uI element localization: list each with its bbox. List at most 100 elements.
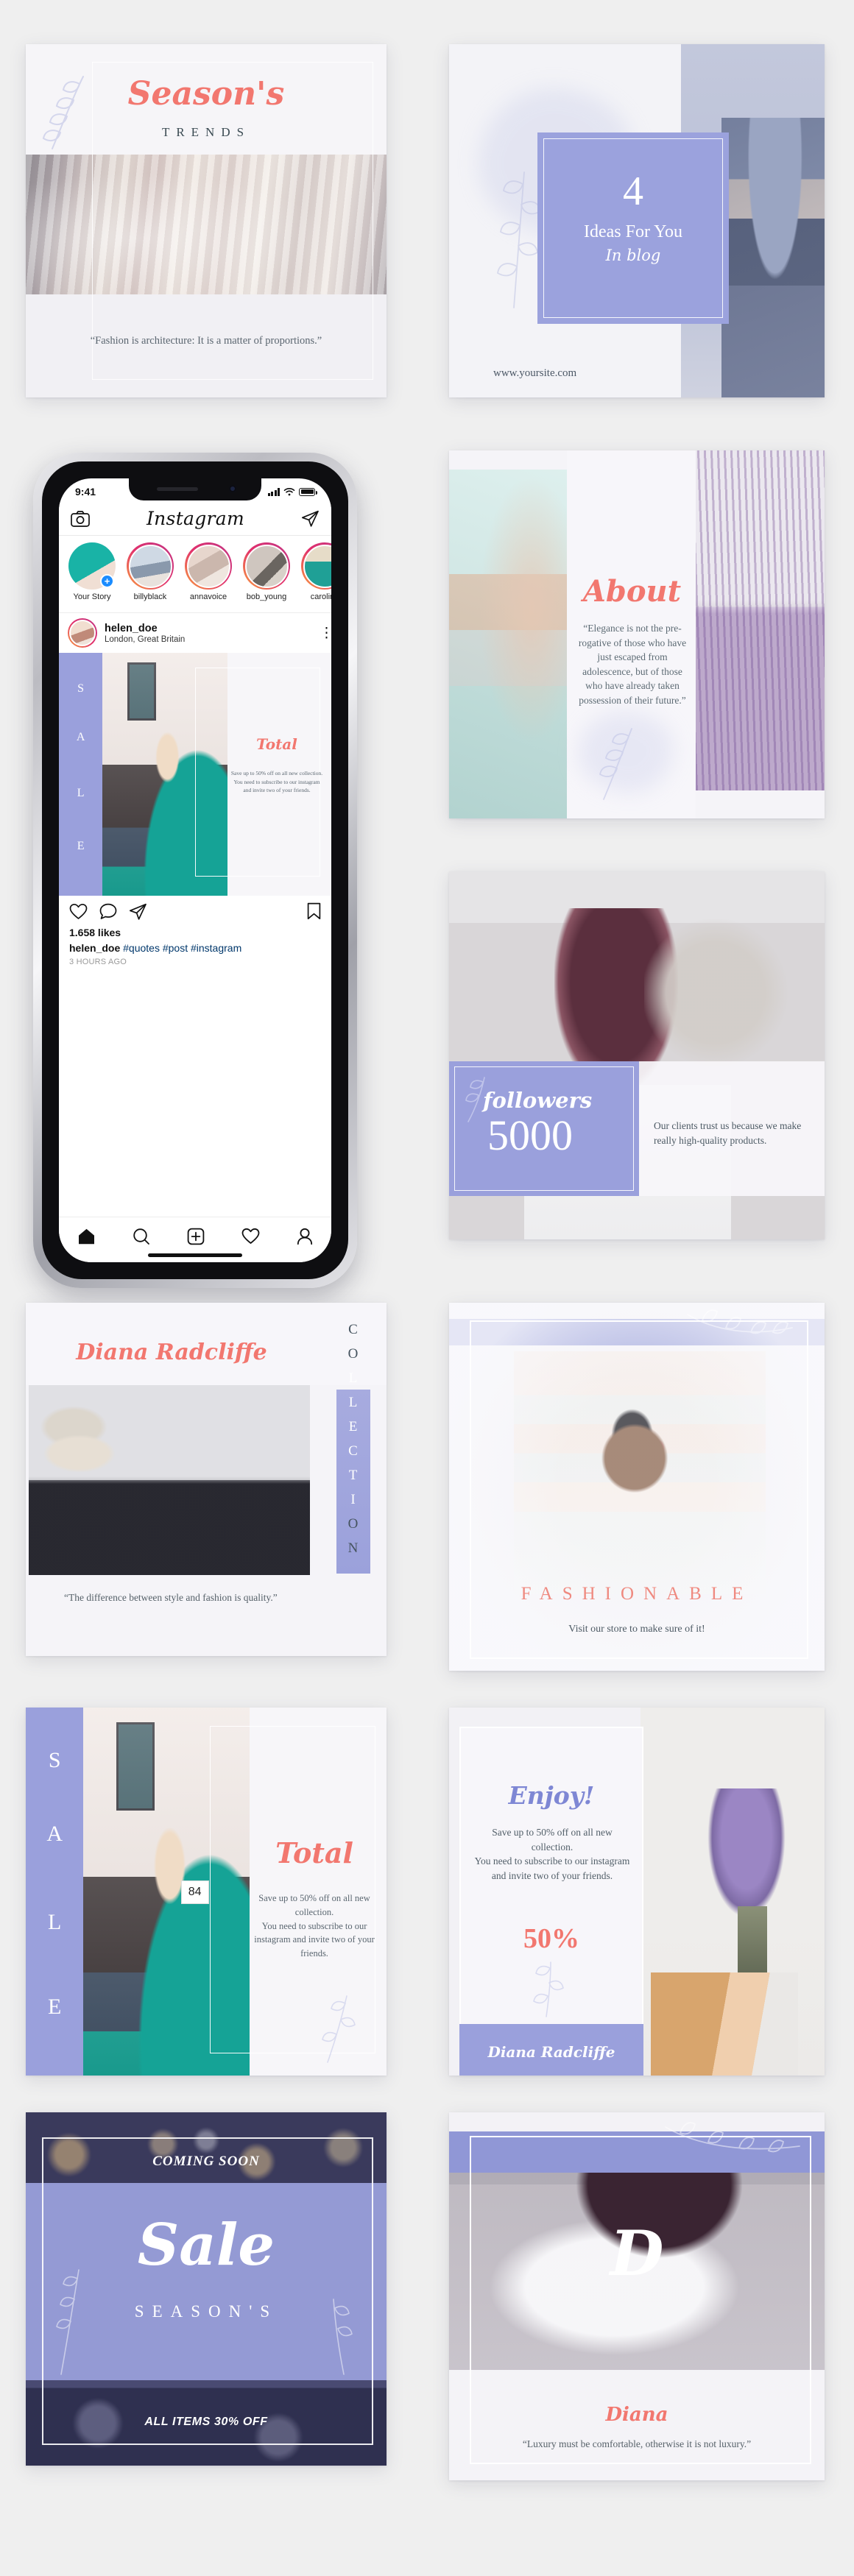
story-label: annavoice [189,592,227,601]
search-icon[interactable] [133,1228,150,1245]
seasons-title: Season's [127,75,285,113]
vertical-letter: E [348,1419,359,1435]
number-sticker: 84 [180,1880,209,1904]
post-caption: helen_doe #quotes #post #instagram [69,942,321,954]
avatar [186,544,230,588]
story-label: billyblack [133,592,167,601]
card-footer-panel: “Fashion is architecture: It is a matter… [26,294,387,397]
about-quote: “Elegance is not the pre-rogative of tho… [578,623,687,706]
lavender-sprig-icon [317,1992,360,2065]
enjoy-footer-name: Diana Radcliffe [487,2043,615,2061]
fashionable-subtitle: Visit our store to make sure of it! [568,1624,705,1635]
rail-letter: E [48,1995,62,2019]
diana-quote: “Luxury must be comfortable, otherwise i… [522,2438,752,2449]
camera-icon[interactable] [71,510,90,527]
ideas-line2: In blog [605,247,661,264]
followers-label: followers [483,1088,593,1113]
send-icon[interactable] [129,903,147,920]
post-image[interactable]: S A L E Total Save up to 50% off on all … [59,653,331,896]
caption-username[interactable]: helen_doe [69,942,120,954]
rail-letter: A [76,730,85,743]
post-username[interactable]: helen_doe [105,623,312,634]
post-header[interactable]: helen_doe London, Great Britain ⋮ [59,613,331,653]
profile-icon[interactable] [297,1228,313,1245]
collection-vertical-label: C O L L E C T I O N [334,1317,373,1560]
card-followers[interactable]: followers 5000 Our clients trust us beca… [449,871,825,1239]
ideas-website-url[interactable]: www.yoursite.com [493,367,576,380]
followers-note: Our clients trust us because we make rea… [654,1120,802,1146]
sale-rail: S A L E [59,653,103,896]
story-avatar-ring [127,542,174,590]
couple-photo [449,470,567,818]
card-sale-total[interactable]: S A L E Total Save up to 50% off on all … [26,1708,387,2076]
story-item[interactable]: annavoice [183,542,234,612]
vertical-letter: O [347,1346,359,1362]
wall-frame [116,1722,155,1811]
lavender-sprig-icon [593,723,646,804]
seasons-quote: “Fashion is architecture: It is a matter… [90,335,322,347]
post-art-title: Total [256,735,297,754]
card-about[interactable]: About “Elegance is not the pre-rogative … [449,450,825,818]
add-post-icon[interactable] [187,1228,205,1245]
vertical-letter: T [348,1468,359,1484]
story-item[interactable]: bob_young [241,542,292,612]
send-icon[interactable] [301,510,320,527]
card-coming-soon[interactable]: COMING SOON Sale SEASON'S ALL ITEMS 30% … [26,2112,387,2466]
sale-total-artwork: S A L E Total Save up to 50% off on all … [59,653,331,896]
home-icon[interactable] [77,1228,96,1245]
heart-icon[interactable] [69,903,88,920]
seasons-subtitle: TRENDS [161,125,251,139]
story-item[interactable]: caroline [299,542,331,612]
card-collection[interactable]: Diana Radcliffe C O L L E C T I O N “The… [26,1303,387,1656]
stories-tray[interactable]: + Your Story billyblack annavoice bob_yo… [59,536,331,613]
story-item[interactable]: + Your Story [66,542,118,612]
enjoy-body: Save up to 50% off on all new collection… [474,1827,630,1881]
about-title: About [582,574,682,609]
story-label: bob_young [246,592,287,601]
collection-quote: “The difference between style and fashio… [64,1592,278,1603]
post-actions[interactable] [59,896,331,927]
story-avatar-ring [243,542,290,590]
diana-name: Diana [605,2404,668,2426]
divider-line-top [92,62,373,63]
phone-mockup: 9:41 Instagram + Your Story billyblack a… [33,453,357,1288]
arm-sweater [651,1972,798,2076]
card-seasons-trends[interactable]: “Fashion is architecture: It is a matter… [26,44,387,397]
home-indicator [148,1253,242,1257]
vertical-letter: C [348,1322,359,1337]
card-fashionable[interactable]: FASHIONABLE Visit our store to make sure… [449,1303,825,1671]
phone-notch [129,478,261,500]
card-diana[interactable]: D Diana “Luxury must be comfortable, oth… [449,2112,825,2480]
dried-flowers-region [644,905,802,1081]
ideas-number: 4 [623,169,643,214]
caption-hashtags[interactable]: #quotes #post #instagram [123,942,241,954]
sale-rail: S A L E [26,1708,84,2076]
sale-title: Sale [137,2212,275,2279]
story-item[interactable]: billyblack [124,542,176,612]
card-four-ideas[interactable]: 4 Ideas For You In blog www.yoursite.com [449,44,825,397]
more-options-icon[interactable]: ⋮ [320,626,331,640]
post-likes[interactable]: 1.658 likes [69,927,321,938]
bookmark-icon[interactable] [307,902,321,920]
card-enjoy[interactable]: Enjoy! Save up to 50% off on all new col… [449,1708,825,2076]
vertical-letter: L [348,1370,359,1387]
front-camera-icon [229,485,236,492]
vertical-letter: I [350,1492,356,1508]
model-photo [721,118,825,397]
designer-photo [29,1385,310,1575]
phone-screen[interactable]: 9:41 Instagram + Your Story billyblack a… [59,478,331,1262]
fashionable-title: FASHIONABLE [520,1584,753,1604]
post-avatar-ring [68,618,97,648]
activity-heart-icon[interactable] [241,1228,260,1245]
comment-icon[interactable] [99,903,117,920]
battery-icon [299,487,317,496]
rail-letter: S [77,682,85,695]
post-timestamp: 3 HOURS AGO [69,958,127,966]
lavender-hand-photo [640,1708,825,2076]
post-location[interactable]: London, Great Britain [105,635,312,644]
add-story-icon[interactable]: + [100,574,114,588]
card-inner-border [470,1320,808,1659]
followers-count: 5000 [487,1111,573,1159]
rail-letter: S [48,1748,61,1772]
avatar [303,544,331,588]
